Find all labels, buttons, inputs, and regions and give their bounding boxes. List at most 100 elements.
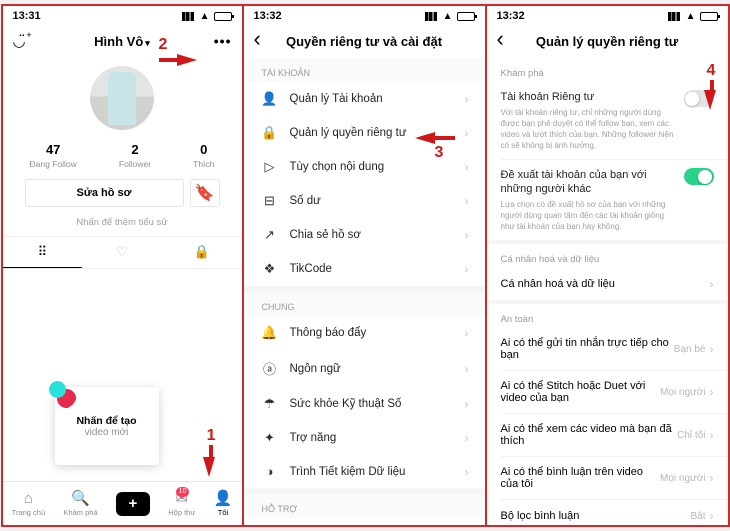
chevron-right-icon: › — [710, 509, 714, 523]
signal-icon — [425, 12, 439, 21]
row-comments[interactable]: Ai có thể bình luận trên video của tôiMọ… — [487, 457, 728, 499]
row-comment-filter[interactable]: Bộ lọc bình luậnBật› — [487, 500, 728, 525]
row-dm[interactable]: Ai có thể gửi tin nhắn trực tiếp cho bạn… — [487, 328, 728, 370]
bio-hint[interactable]: Nhấn để thêm tiểu sử — [3, 213, 242, 236]
row-suggest-account: Đề xuất tài khoản của bạn với những ngườ… — [487, 160, 728, 240]
status-time: 13:32 — [497, 10, 525, 22]
chevron-right-icon: › — [465, 228, 469, 242]
row-balance[interactable]: ⊟Số dư› — [244, 184, 485, 218]
section-discover: Khám phá — [487, 58, 728, 82]
more-icon[interactable]: ••• — [214, 33, 232, 49]
back-button[interactable] — [254, 32, 261, 51]
chevron-right-icon: › — [710, 277, 714, 291]
stat-likes[interactable]: 0Thích — [193, 142, 214, 169]
edit-profile-button[interactable]: Sửa hồ sơ — [25, 179, 184, 207]
tab-grid[interactable]: ⠿ — [3, 237, 83, 268]
access-icon: ✦ — [260, 430, 280, 446]
row-privacy[interactable]: 🔒Quản lý quyền riêng tư› — [244, 116, 485, 150]
bookmark-button[interactable]: 🔖 — [190, 179, 220, 207]
wifi-icon: ▲ — [443, 11, 453, 22]
private-account-desc: Với tài khoản riêng tư, chỉ những người … — [501, 107, 676, 151]
qr-icon: ❖ — [260, 261, 280, 277]
chevron-right-icon: › — [465, 397, 469, 411]
chevron-right-icon: › — [465, 194, 469, 208]
coin-icon: ⊟ — [260, 193, 280, 209]
page-title: Quản lý quyền riêng tư — [525, 34, 690, 49]
row-manage-account[interactable]: 👤Quản lý Tài khoản› — [244, 82, 485, 116]
private-account-toggle[interactable] — [684, 90, 714, 107]
suggest-account-label: Đề xuất tài khoản của bạn với những ngườ… — [501, 168, 676, 196]
lock-icon: 🔒 — [260, 125, 280, 141]
row-personalization[interactable]: Cá nhân hoá và dữ liệu› — [487, 268, 728, 300]
bottom-nav: ⌂Trang chủ 🔍Khám phá + ✉10Hộp thư 👤Tôi — [3, 481, 242, 525]
search-icon: 🔍 — [71, 491, 90, 506]
nav-create-button[interactable]: + — [116, 492, 150, 516]
chevron-right-icon: › — [465, 160, 469, 174]
nav-inbox[interactable]: ✉10Hộp thư — [168, 491, 195, 517]
tab-private[interactable]: 🔒 — [162, 237, 242, 268]
data-icon: ◑ — [260, 464, 280, 479]
row-digital-wellbeing[interactable]: ☂Sức khỏe Kỹ thuật Số› — [244, 387, 485, 421]
bell-icon: 🔔 — [260, 325, 280, 341]
section-account: TÀI KHOẢN — [244, 58, 485, 82]
home-icon: ⌂ — [24, 491, 33, 506]
row-stitch-duet[interactable]: Ai có thể Stitch hoặc Duet với video của… — [487, 371, 728, 413]
suggest-account-desc: Lựa chọn có đề xuất hồ sơ của bạn với nh… — [501, 199, 676, 232]
wifi-icon: ▲ — [200, 11, 210, 22]
panel-settings: 13:32 ▲ Quyền riêng tư và cài đặt TÀI KH… — [244, 4, 487, 527]
wifi-icon: ▲ — [686, 11, 696, 22]
chevron-right-icon: › — [710, 342, 714, 356]
chevron-right-icon: › — [465, 431, 469, 445]
user-icon: 👤 — [214, 491, 233, 506]
create-video-card[interactable]: Nhấn để tạo video mới — [55, 387, 159, 465]
create-card-title: Nhấn để tạo — [76, 415, 136, 427]
chevron-right-icon: › — [465, 465, 469, 479]
chevron-right-icon: › — [465, 362, 469, 376]
create-card-sub: video mới — [85, 427, 129, 438]
row-share-profile[interactable]: ↗Chia sẻ hồ sơ› — [244, 218, 485, 252]
chevron-right-icon: › — [465, 126, 469, 140]
signal-icon — [182, 12, 196, 21]
status-time: 13:31 — [13, 10, 41, 22]
chevron-right-icon: › — [710, 471, 714, 485]
row-data-saver[interactable]: ◑Trình Tiết kiệm Dữ liệu› — [244, 455, 485, 488]
caret-down-icon — [143, 34, 150, 49]
avatar[interactable] — [90, 66, 154, 130]
inbox-badge: 10 — [176, 487, 190, 497]
page-title: Quyền riêng tư và cài đặt — [282, 34, 447, 49]
status-bar: 13:31 ▲ — [3, 6, 242, 24]
panel-privacy: 13:32 ▲ Quản lý quyền riêng tư Khám phá … — [487, 4, 730, 527]
nav-discover[interactable]: 🔍Khám phá — [63, 491, 97, 517]
username-dropdown[interactable]: Hình Vô — [41, 34, 204, 49]
grid-icon: ⠿ — [38, 244, 48, 259]
battery-icon — [700, 12, 718, 21]
share-icon: ↗ — [260, 227, 280, 243]
section-support: HỖ TRỢ — [244, 494, 485, 518]
row-content-pref[interactable]: ▷Tùy chọn nội dung› — [244, 150, 485, 184]
stat-followers[interactable]: 2Follower — [119, 142, 151, 169]
globe-icon: ⓐ — [260, 359, 280, 378]
battery-icon — [214, 12, 232, 21]
row-liked-videos[interactable]: Ai có thể xem các video mà bạn đã thíchC… — [487, 414, 728, 456]
row-accessibility[interactable]: ✦Trợ năng› — [244, 421, 485, 455]
person-icon: 👤 — [260, 91, 280, 107]
chevron-right-icon: › — [465, 326, 469, 340]
panel-profile: 13:31 ▲ ◡̈ Hình Vô ••• 47Đang Follow 2Fo… — [1, 4, 244, 527]
stat-following[interactable]: 47Đang Follow — [30, 142, 77, 169]
back-button[interactable] — [497, 32, 504, 51]
add-friends-icon[interactable]: ◡̈ — [13, 32, 26, 50]
chevron-right-icon: › — [465, 262, 469, 276]
row-push-notif[interactable]: 🔔Thông báo đẩy› — [244, 316, 485, 350]
heart-icon: ♡ — [116, 244, 128, 259]
section-general: CHUNG — [244, 292, 485, 316]
suggest-account-toggle[interactable] — [684, 168, 714, 185]
status-bar: 13:32 ▲ — [244, 6, 485, 24]
chevron-right-icon: › — [710, 385, 714, 399]
tab-liked[interactable]: ♡ — [82, 237, 162, 268]
section-safety: An toàn — [487, 304, 728, 328]
row-language[interactable]: ⓐNgôn ngữ› — [244, 350, 485, 387]
bookmark-icon: 🔖 — [195, 183, 215, 203]
nav-home[interactable]: ⌂Trang chủ — [12, 491, 46, 517]
nav-me[interactable]: 👤Tôi — [214, 491, 233, 517]
row-tikcode[interactable]: ❖TikCode› — [244, 252, 485, 286]
